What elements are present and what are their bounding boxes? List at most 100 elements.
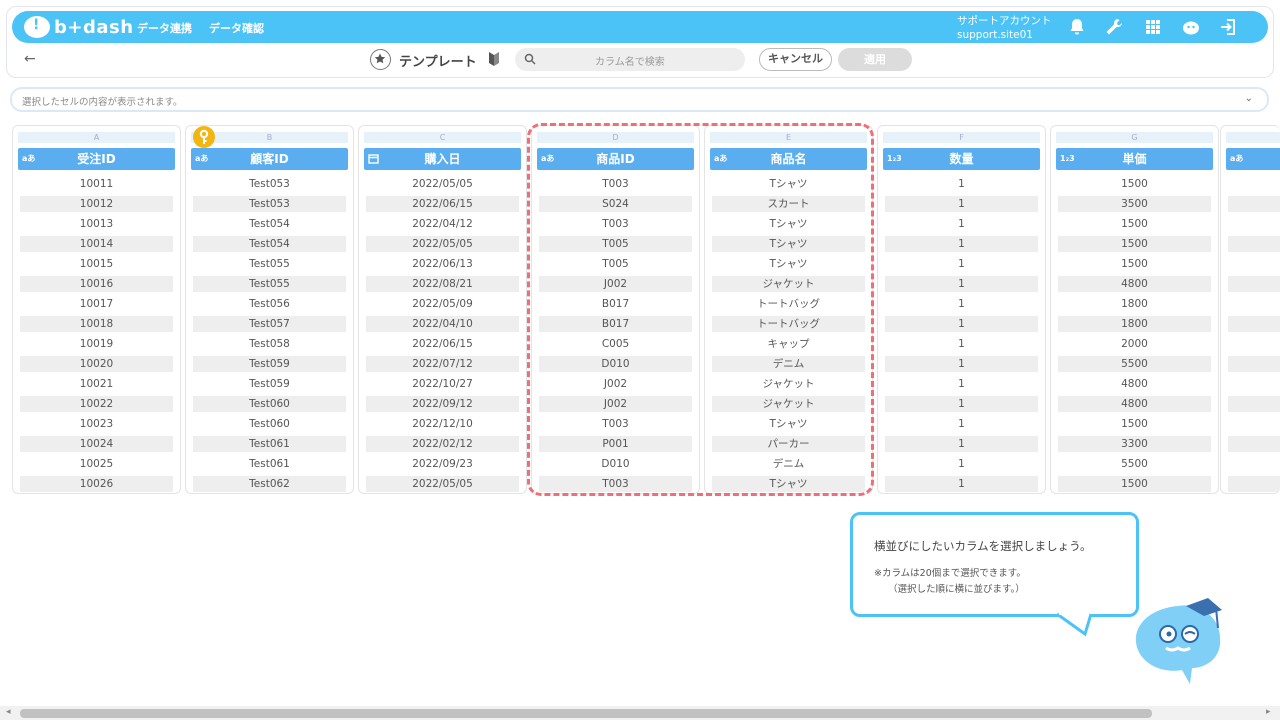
table-cell[interactable] bbox=[1228, 296, 1280, 312]
table-cell[interactable]: 10014 bbox=[20, 236, 173, 252]
column-header[interactable]: 1₂3 数量 bbox=[883, 148, 1040, 170]
column-a[interactable]: Aaあ 受注ID 10011 10012 10013 10014 10015 10016 100… bbox=[12, 125, 181, 494]
table-cell[interactable]: 1500 bbox=[1058, 236, 1211, 252]
table-cell[interactable]: 2022/05/05 bbox=[366, 236, 519, 252]
table-cell[interactable] bbox=[1228, 276, 1280, 292]
table-cell[interactable]: 3500 bbox=[1058, 196, 1211, 212]
table-cell[interactable] bbox=[1228, 216, 1280, 232]
scroll-right-icon[interactable]: ▸ bbox=[1266, 707, 1271, 717]
scrollbar-thumb[interactable] bbox=[20, 709, 1152, 718]
table-cell[interactable]: Test061 bbox=[193, 436, 346, 452]
table-cell[interactable]: 1 bbox=[885, 376, 1038, 392]
table-cell[interactable]: 1 bbox=[885, 256, 1038, 272]
table-cell[interactable]: 1500 bbox=[1058, 176, 1211, 192]
table-cell[interactable]: 10026 bbox=[20, 476, 173, 492]
table-cell[interactable]: 10025 bbox=[20, 456, 173, 472]
table-cell[interactable] bbox=[1228, 256, 1280, 272]
table-cell[interactable]: 2022/05/09 bbox=[366, 296, 519, 312]
table-cell[interactable]: 10017 bbox=[20, 296, 173, 312]
table-cell[interactable]: 1 bbox=[885, 196, 1038, 212]
column-c[interactable]: C 購入日 2022/05/05 2022/06/15 2022/04/12 2022/0… bbox=[358, 125, 527, 494]
column-partial[interactable]: aあ bbox=[1220, 125, 1280, 494]
table-cell[interactable]: 1 bbox=[885, 176, 1038, 192]
table-cell[interactable]: 2022/06/13 bbox=[366, 256, 519, 272]
favorite-star-icon[interactable] bbox=[370, 49, 391, 70]
table-cell[interactable] bbox=[1228, 416, 1280, 432]
table-cell[interactable]: 10011 bbox=[20, 176, 173, 192]
table-cell[interactable]: Test055 bbox=[193, 276, 346, 292]
table-cell[interactable] bbox=[1228, 476, 1280, 492]
table-cell[interactable]: Test059 bbox=[193, 376, 346, 392]
table-cell[interactable]: 2022/06/15 bbox=[366, 196, 519, 212]
column-g[interactable]: G 1₂3 単価 1500 3500 1500 1500 1500 4800 1800 1800 20… bbox=[1050, 125, 1219, 494]
table-cell[interactable]: 1 bbox=[885, 236, 1038, 252]
table-cell[interactable] bbox=[1228, 336, 1280, 352]
cell-content-bar[interactable]: 選択したセルの内容が表示されます。 ⌄ bbox=[10, 87, 1269, 112]
table-cell[interactable]: 1800 bbox=[1058, 316, 1211, 332]
table-cell[interactable]: Test062 bbox=[193, 476, 346, 492]
table-cell[interactable]: 1500 bbox=[1058, 216, 1211, 232]
table-cell[interactable]: Test058 bbox=[193, 336, 346, 352]
table-cell[interactable] bbox=[1228, 356, 1280, 372]
table-cell[interactable]: 1 bbox=[885, 216, 1038, 232]
table-cell[interactable]: Test057 bbox=[193, 316, 346, 332]
column-b[interactable]: Baあ 顧客ID Test053 Test053 Test054 Test054 Test0… bbox=[185, 125, 354, 494]
table-cell[interactable]: 10019 bbox=[20, 336, 173, 352]
table-cell[interactable]: Test060 bbox=[193, 396, 346, 412]
column-header[interactable]: aあ 顧客ID bbox=[191, 148, 348, 170]
apply-button[interactable]: 適用 bbox=[838, 48, 912, 71]
table-cell[interactable]: 4800 bbox=[1058, 376, 1211, 392]
table-cell[interactable] bbox=[1228, 436, 1280, 452]
table-cell[interactable]: 1 bbox=[885, 316, 1038, 332]
table-cell[interactable] bbox=[1228, 236, 1280, 252]
table-cell[interactable]: 2022/07/12 bbox=[366, 356, 519, 372]
table-cell[interactable]: 10016 bbox=[20, 276, 173, 292]
apps-grid-icon[interactable] bbox=[1143, 17, 1163, 37]
table-cell[interactable]: 2022/04/12 bbox=[366, 216, 519, 232]
table-cell[interactable]: 2022/05/05 bbox=[366, 176, 519, 192]
back-arrow-icon[interactable]: ← bbox=[24, 51, 36, 67]
table-cell[interactable]: 1800 bbox=[1058, 296, 1211, 312]
table-cell[interactable]: 1 bbox=[885, 476, 1038, 492]
table-cell[interactable]: 2022/04/10 bbox=[366, 316, 519, 332]
horizontal-scrollbar[interactable]: ◂ ▸ bbox=[0, 706, 1280, 720]
table-cell[interactable]: 2000 bbox=[1058, 336, 1211, 352]
wrench-icon[interactable] bbox=[1104, 17, 1124, 37]
mascot-help-icon[interactable] bbox=[1181, 17, 1201, 37]
table-cell[interactable]: Test053 bbox=[193, 196, 346, 212]
table-cell[interactable] bbox=[1228, 376, 1280, 392]
account-info[interactable]: サポートアカウント support.site01 bbox=[957, 14, 1052, 42]
table-cell[interactable]: 3300 bbox=[1058, 436, 1211, 452]
table-cell[interactable]: 5500 bbox=[1058, 356, 1211, 372]
bell-icon[interactable] bbox=[1067, 17, 1087, 37]
nav-data-check[interactable]: データ確認 bbox=[209, 20, 264, 36]
column-f[interactable]: F 1₂3 数量 1 1 1 1 1 1 1 1 1 1 1 1 1 1 1 1 bbox=[877, 125, 1046, 494]
table-cell[interactable]: Test054 bbox=[193, 216, 346, 232]
table-cell[interactable]: 1 bbox=[885, 336, 1038, 352]
table-cell[interactable]: 10012 bbox=[20, 196, 173, 212]
chevron-down-icon[interactable]: ⌄ bbox=[1245, 93, 1253, 104]
table-cell[interactable]: 1 bbox=[885, 296, 1038, 312]
table-cell[interactable]: 10021 bbox=[20, 376, 173, 392]
table-cell[interactable]: 10015 bbox=[20, 256, 173, 272]
beginner-mark-icon[interactable] bbox=[488, 51, 500, 67]
table-cell[interactable]: 1 bbox=[885, 436, 1038, 452]
column-header[interactable]: 1₂3 単価 bbox=[1056, 148, 1213, 170]
table-cell[interactable]: Test056 bbox=[193, 296, 346, 312]
table-cell[interactable]: 10020 bbox=[20, 356, 173, 372]
column-header[interactable]: 購入日 bbox=[364, 148, 521, 170]
table-cell[interactable] bbox=[1228, 316, 1280, 332]
cancel-button[interactable]: キャンセル bbox=[759, 48, 832, 71]
table-cell[interactable]: 10024 bbox=[20, 436, 173, 452]
table-cell[interactable]: 10023 bbox=[20, 416, 173, 432]
table-cell[interactable]: Test055 bbox=[193, 256, 346, 272]
table-cell[interactable]: 10022 bbox=[20, 396, 173, 412]
table-cell[interactable]: 1 bbox=[885, 356, 1038, 372]
table-cell[interactable]: 1 bbox=[885, 396, 1038, 412]
table-cell[interactable]: Test060 bbox=[193, 416, 346, 432]
logo[interactable]: b+dash bbox=[24, 16, 134, 38]
table-cell[interactable]: 10018 bbox=[20, 316, 173, 332]
table-cell[interactable]: 2022/05/05 bbox=[366, 476, 519, 492]
table-cell[interactable] bbox=[1228, 196, 1280, 212]
table-cell[interactable] bbox=[1228, 396, 1280, 412]
